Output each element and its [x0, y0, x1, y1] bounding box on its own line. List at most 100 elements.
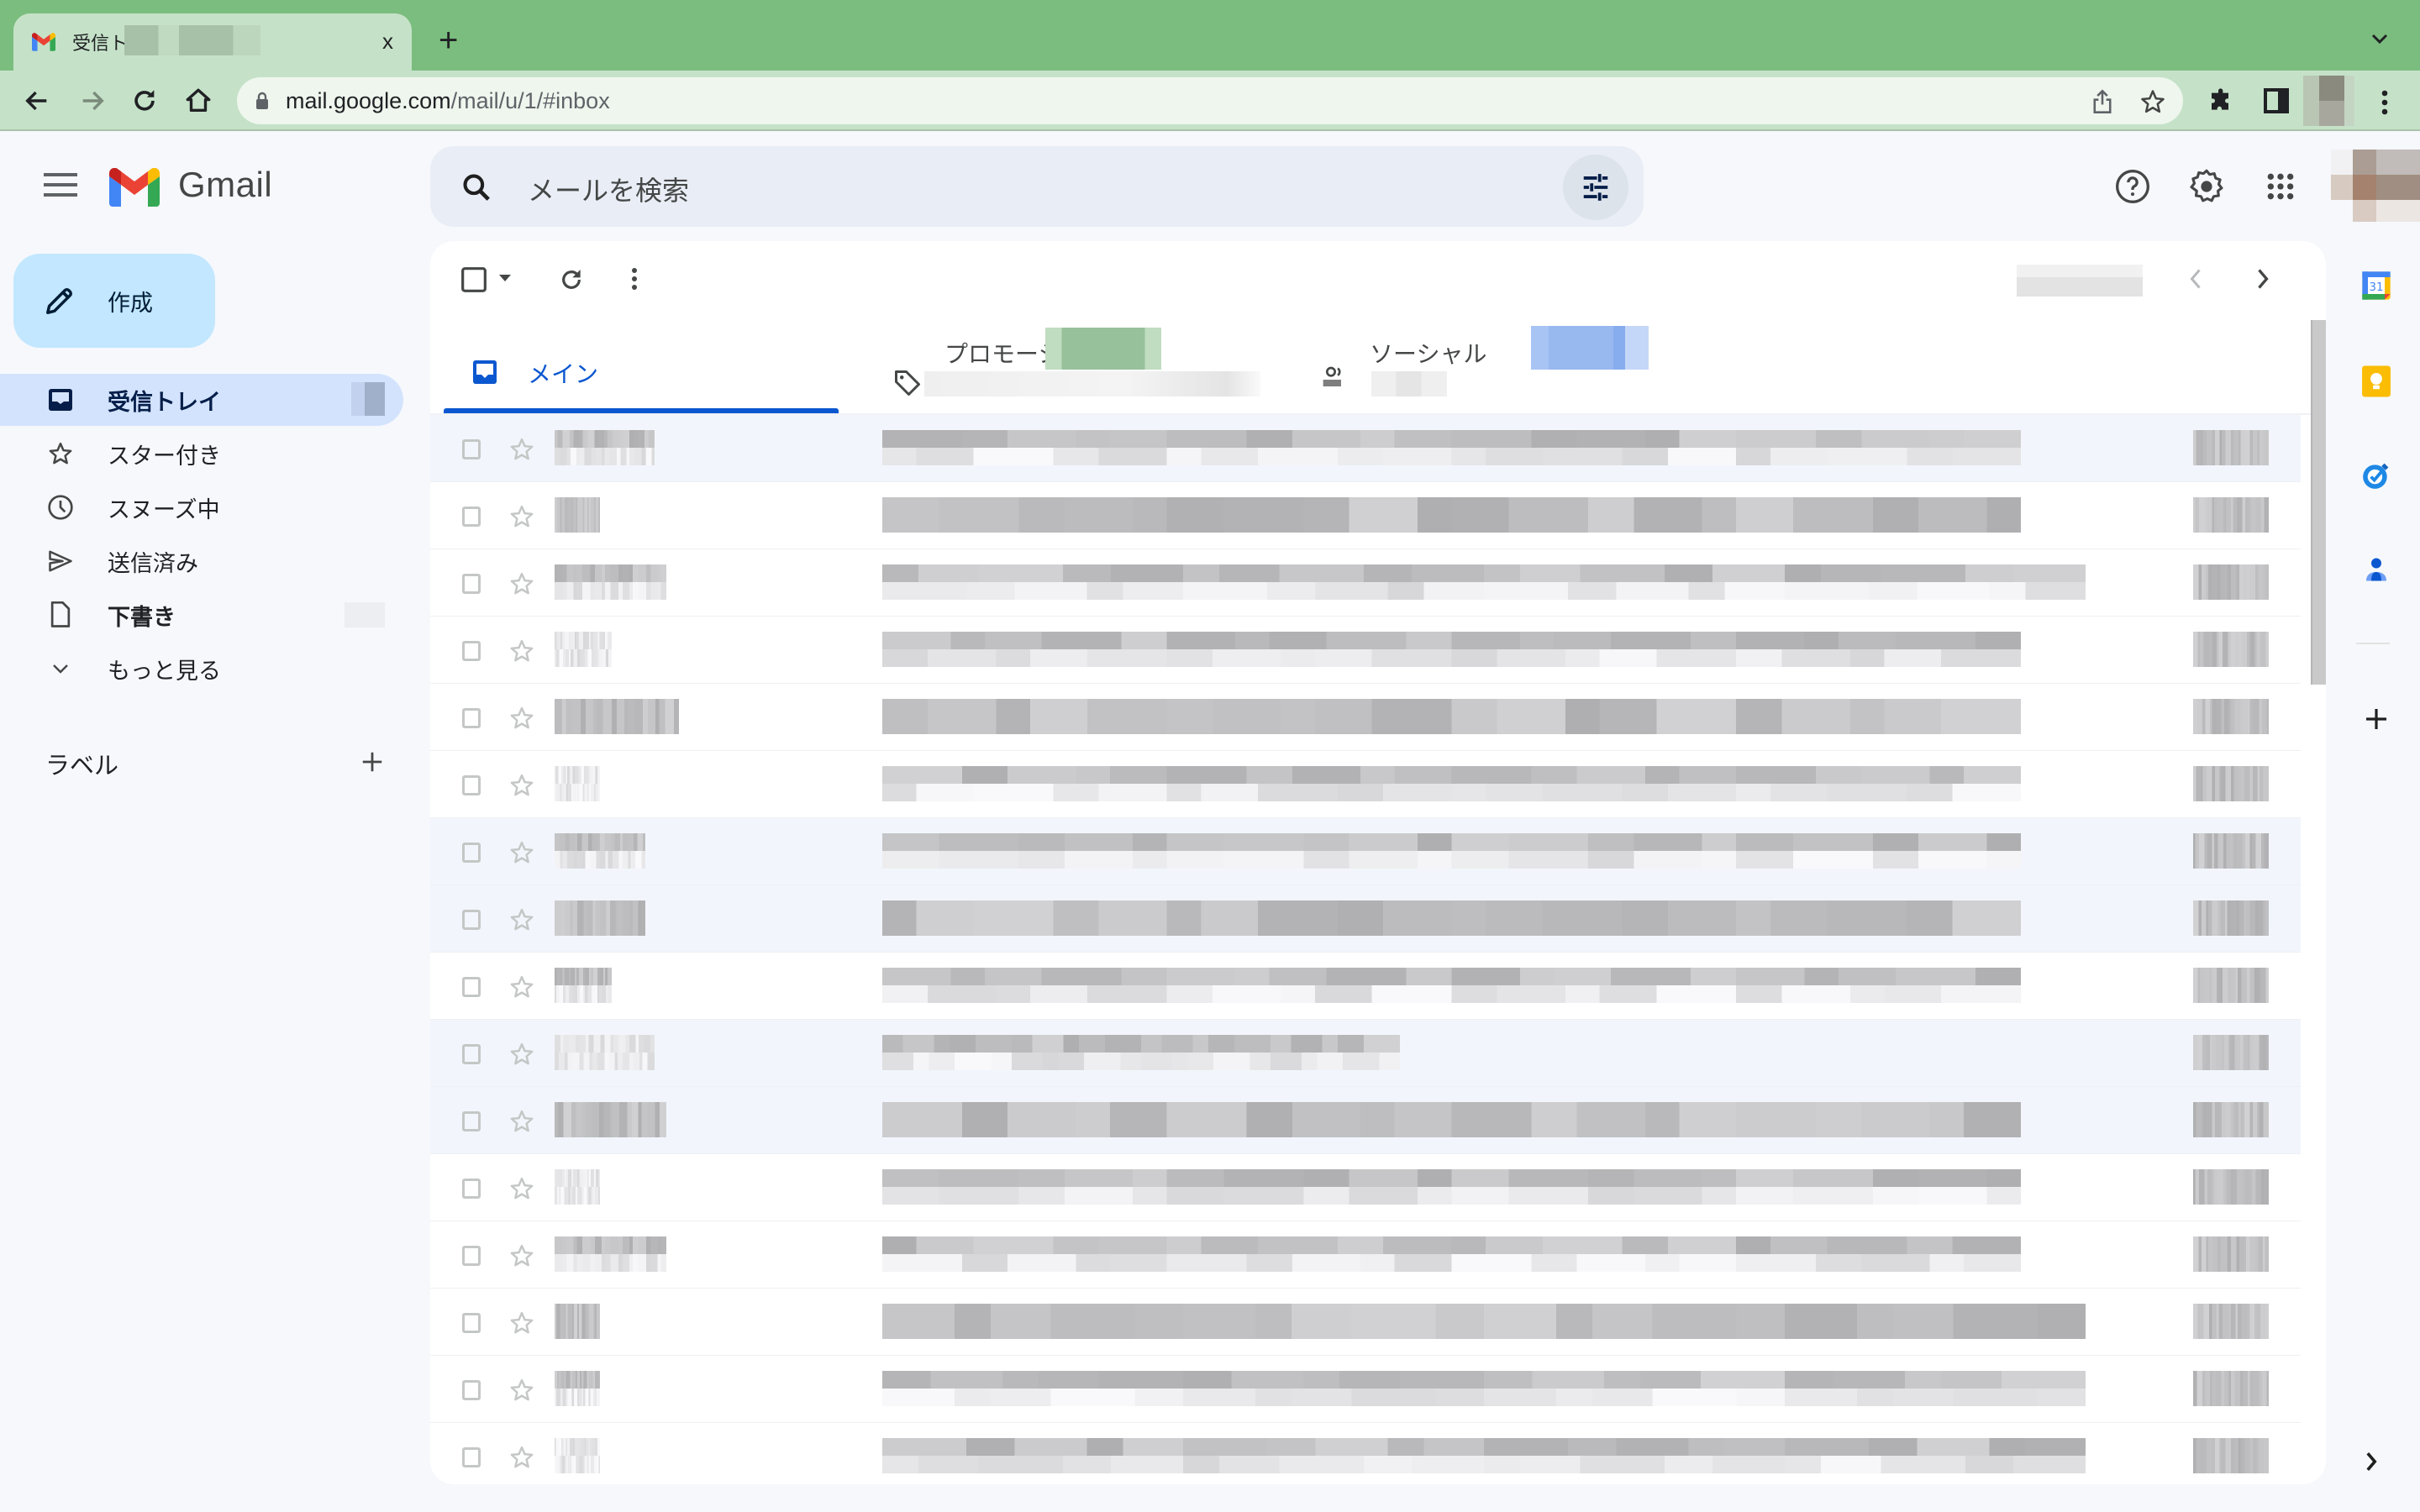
search-options-button[interactable]	[1563, 155, 1628, 220]
share-icon[interactable]	[2091, 89, 2114, 114]
email-checkbox[interactable]	[462, 507, 481, 527]
older-page-button[interactable]	[2186, 266, 2205, 291]
email-row[interactable]	[430, 684, 2301, 751]
email-row[interactable]	[430, 885, 2301, 953]
star-icon[interactable]	[509, 437, 534, 466]
star-icon[interactable]	[509, 1378, 534, 1407]
tune-icon	[1583, 174, 1608, 201]
star-icon[interactable]	[509, 1109, 534, 1138]
sidebar-item-drafts[interactable]: 下書き	[0, 589, 403, 641]
google-apps-button[interactable]	[2260, 166, 2301, 207]
email-row[interactable]	[430, 1289, 2301, 1356]
star-icon[interactable]	[509, 504, 534, 533]
star-icon[interactable]	[509, 1042, 534, 1071]
tab-promotions[interactable]: プロモーション	[876, 328, 1279, 413]
email-checkbox[interactable]	[462, 1111, 481, 1131]
browser-tab[interactable]: 受信トレイ x	[13, 13, 412, 71]
email-row[interactable]	[430, 953, 2301, 1020]
extensions-puzzle-icon[interactable]	[2208, 87, 2235, 114]
bookmark-star-icon[interactable]	[2139, 89, 2166, 114]
more-actions-button[interactable]	[630, 266, 639, 291]
email-checkbox[interactable]	[462, 977, 481, 997]
reload-button[interactable]	[129, 86, 160, 116]
refresh-button[interactable]	[558, 266, 585, 293]
email-row[interactable]	[430, 549, 2301, 617]
email-checkbox[interactable]	[462, 1447, 481, 1467]
back-button[interactable]	[22, 86, 52, 116]
close-tab-icon[interactable]: x	[382, 29, 393, 54]
email-checkbox[interactable]	[462, 574, 481, 594]
email-list-scrollbar[interactable]	[2311, 320, 2326, 685]
star-icon[interactable]	[509, 1176, 534, 1205]
email-row[interactable]	[430, 1154, 2301, 1221]
newer-page-button[interactable]	[2254, 266, 2272, 291]
sidebar-item-starred[interactable]: スター付き	[0, 428, 403, 480]
chevron-right-icon	[2258, 269, 2269, 289]
tab-search-chevron-icon[interactable]	[2370, 29, 2390, 49]
select-dropdown-button[interactable]	[497, 273, 513, 283]
calendar-app-button[interactable]: 31	[2358, 267, 2395, 304]
side-panel-icon[interactable]	[2264, 88, 2289, 113]
more-vert-icon	[632, 268, 637, 290]
keep-app-button[interactable]	[2358, 363, 2395, 400]
email-checkbox[interactable]	[462, 843, 481, 863]
email-checkbox[interactable]	[462, 1179, 481, 1199]
select-all-checkbox[interactable]	[460, 266, 487, 293]
support-button[interactable]	[2112, 166, 2153, 207]
browser-profile-avatar[interactable]	[2303, 76, 2354, 126]
main-menu-icon[interactable]	[44, 173, 77, 197]
email-row[interactable]	[430, 1423, 2301, 1484]
settings-button[interactable]	[2186, 166, 2227, 207]
new-tab-button[interactable]: +	[439, 24, 458, 57]
email-checkbox[interactable]	[462, 775, 481, 795]
tasks-app-button[interactable]	[2358, 457, 2395, 494]
tab-primary[interactable]: メイン	[444, 328, 839, 413]
email-checkbox[interactable]	[462, 1380, 481, 1400]
email-row[interactable]	[430, 1221, 2301, 1289]
email-checkbox[interactable]	[462, 641, 481, 661]
sidebar-item-label: 下書き	[108, 604, 176, 630]
star-icon[interactable]	[509, 907, 534, 937]
email-row[interactable]	[430, 482, 2301, 549]
sidebar-item-snoozed[interactable]: スヌーズ中	[0, 481, 403, 533]
email-checkbox[interactable]	[462, 1044, 481, 1064]
email-row[interactable]	[430, 415, 2301, 482]
star-icon[interactable]	[509, 773, 534, 802]
sidebar-item-sent[interactable]: 送信済み	[0, 535, 403, 587]
star-icon[interactable]	[509, 571, 534, 601]
email-row[interactable]	[430, 751, 2301, 818]
star-icon[interactable]	[509, 706, 534, 735]
email-row[interactable]	[430, 1087, 2301, 1154]
star-icon[interactable]	[509, 974, 534, 1004]
email-row[interactable]	[430, 1356, 2301, 1423]
star-icon[interactable]	[509, 1243, 534, 1273]
search-icon[interactable]	[460, 171, 492, 203]
email-checkbox[interactable]	[462, 910, 481, 930]
email-row[interactable]	[430, 617, 2301, 684]
sidebar-item-inbox[interactable]: 受信トレイ	[0, 374, 403, 426]
address-bar[interactable]: mail.google.com/mail/u/1/#inbox	[237, 77, 2183, 124]
home-button[interactable]	[183, 86, 213, 116]
tab-social[interactable]: ソーシャル	[1304, 326, 1707, 413]
email-checkbox[interactable]	[462, 439, 481, 459]
show-side-panel-chevron-icon[interactable]	[2363, 1450, 2380, 1473]
email-checkbox[interactable]	[462, 708, 481, 728]
sidebar-item-more[interactable]: もっと見る	[0, 643, 403, 695]
account-avatar[interactable]	[2331, 150, 2420, 239]
get-addons-button[interactable]	[2358, 701, 2395, 738]
email-row[interactable]	[430, 1020, 2301, 1087]
compose-button[interactable]: 作成	[13, 254, 215, 348]
contacts-app-button[interactable]	[2358, 551, 2395, 588]
email-checkbox[interactable]	[462, 1313, 481, 1333]
search-input[interactable]: メールを検索	[528, 170, 689, 208]
email-checkbox[interactable]	[462, 1246, 481, 1266]
add-label-icon[interactable]	[360, 749, 385, 774]
email-row[interactable]	[430, 818, 2301, 885]
search-bar[interactable]: メールを検索	[430, 146, 1644, 227]
star-icon[interactable]	[509, 840, 534, 869]
forward-button[interactable]	[77, 86, 108, 116]
star-icon[interactable]	[509, 1310, 534, 1340]
star-icon[interactable]	[509, 638, 534, 668]
star-icon[interactable]	[509, 1445, 534, 1474]
browser-menu-icon[interactable]	[2380, 89, 2390, 116]
